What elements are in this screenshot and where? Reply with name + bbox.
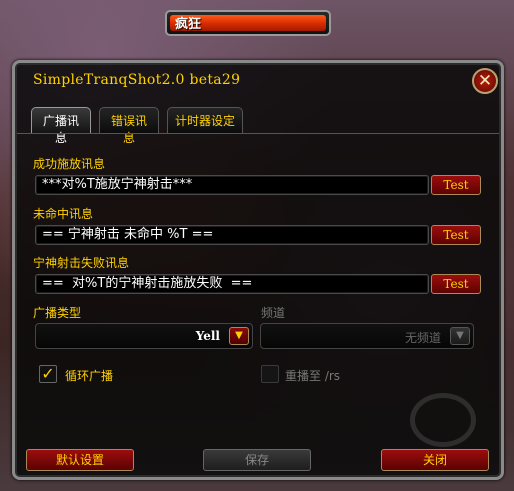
broadcast-type-dropdown[interactable]: Yell ▼ — [35, 323, 253, 349]
channel-value: 无频道 — [404, 331, 441, 345]
cast-bar-text: 疯狂 — [175, 17, 202, 32]
broadcast-type-label: 广播类型 — [33, 306, 82, 320]
loop-broadcast-label: 循环广播 — [65, 369, 114, 383]
fail-message-input[interactable]: == 对%T的宁神射击施放失败 == — [35, 274, 429, 294]
close-icon[interactable]: ✕ — [472, 68, 498, 94]
fail-test-button[interactable]: Test — [431, 274, 481, 294]
close-button[interactable]: 关闭 — [381, 449, 489, 471]
loop-broadcast-checkbox[interactable]: ✓ — [39, 365, 57, 383]
defaults-button[interactable]: 默认设置 — [26, 449, 134, 471]
channel-dropdown: 无频道 ▼ — [260, 323, 474, 349]
miss-message-label: 未命中讯息 — [33, 207, 94, 221]
tab-timer-settings[interactable]: 计时器设定 — [167, 107, 243, 133]
window-title: SimpleTranqShot2.0 beta29 — [33, 72, 241, 88]
rebroadcast-checkbox — [261, 365, 279, 383]
miss-test-button[interactable]: Test — [431, 225, 481, 245]
rebroadcast-label: 重播至 /rs — [285, 369, 341, 383]
save-button[interactable]: 保存 — [203, 449, 311, 471]
success-message-input[interactable]: ***对%T施放宁神射击*** — [35, 175, 429, 195]
broadcast-type-value: Yell — [195, 329, 220, 343]
tab-broadcast[interactable]: 广播讯息 — [31, 107, 91, 145]
fail-message-label: 宁神射击失败讯息 — [33, 256, 130, 270]
watermark-logo — [410, 393, 476, 447]
chevron-down-icon[interactable]: ▼ — [229, 327, 249, 345]
chevron-down-icon: ▼ — [450, 327, 470, 345]
success-message-label: 成功施放讯息 — [33, 157, 106, 171]
cast-bar: 疯狂 — [165, 10, 331, 36]
channel-label: 频道 — [261, 306, 286, 320]
tab-errors[interactable]: 错误讯息 — [99, 107, 159, 145]
miss-message-input[interactable]: == 宁神射击 未命中 %T == — [35, 225, 429, 245]
tab-divider — [17, 133, 499, 134]
success-test-button[interactable]: Test — [431, 175, 481, 195]
